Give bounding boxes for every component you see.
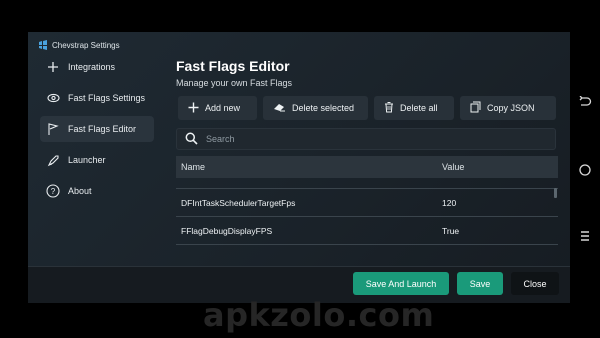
flag-value: 120 xyxy=(442,197,457,208)
back-nav-icon[interactable] xyxy=(576,93,594,111)
flag-name: FFlagDebugDisplayFPS xyxy=(181,225,273,236)
sidebar-item-integrations[interactable]: Integrations xyxy=(40,54,154,80)
flag-name: DFIntTaskSchedulerTargetFps xyxy=(181,197,296,208)
delete-all-label: Delete all xyxy=(400,103,438,113)
sidebar-item-label: Fast Flags Editor xyxy=(68,124,137,134)
search-icon xyxy=(185,132,198,147)
table-row-partial xyxy=(176,178,558,189)
watermark-text: apkzolo.com xyxy=(203,296,435,334)
svg-text:?: ? xyxy=(51,187,56,196)
add-new-label: Add new xyxy=(205,103,241,113)
table-row[interactable]: DFIntTaskSchedulerTargetFps 120 xyxy=(176,189,558,217)
help-icon: ? xyxy=(46,184,60,198)
plus-icon xyxy=(188,102,199,115)
save-and-launch-button[interactable]: Save And Launch xyxy=(353,272,449,295)
plus-icon xyxy=(46,60,60,74)
table-scrollbar[interactable] xyxy=(554,188,557,198)
column-header-name[interactable]: Name xyxy=(176,162,438,172)
trash-icon xyxy=(384,101,394,115)
sidebar-item-label: About xyxy=(68,186,92,196)
delete-selected-label: Delete selected xyxy=(292,103,355,113)
sidebar-item-about[interactable]: ? About xyxy=(40,178,154,204)
close-button[interactable]: Close xyxy=(511,272,559,295)
sidebar-item-fast-flags-settings[interactable]: Fast Flags Settings xyxy=(40,85,154,111)
table-header: Name Value xyxy=(176,156,558,178)
sidebar-item-fast-flags-editor[interactable]: Fast Flags Editor xyxy=(40,116,154,142)
eye-icon xyxy=(46,91,60,105)
search-field[interactable]: Search xyxy=(176,128,556,150)
app-logo-icon xyxy=(38,40,48,50)
recents-nav-icon[interactable] xyxy=(576,227,594,245)
copy-json-label: Copy JSON xyxy=(487,103,535,113)
add-new-button[interactable]: Add new xyxy=(178,96,257,120)
page-title: Fast Flags Editor xyxy=(176,58,290,74)
home-nav-icon[interactable] xyxy=(576,161,594,179)
delete-all-button[interactable]: Delete all xyxy=(374,96,454,120)
search-input[interactable]: Search xyxy=(206,134,235,144)
app-window: Chevstrap Settings Integrations Fast Fla… xyxy=(28,32,570,303)
sidebar-item-label: Fast Flags Settings xyxy=(68,93,146,103)
flag-value: True xyxy=(442,225,460,236)
title-bar: Chevstrap Settings xyxy=(38,38,120,52)
flag-icon xyxy=(46,122,60,136)
app-title: Chevstrap Settings xyxy=(52,40,120,50)
sidebar-item-launcher[interactable]: Launcher xyxy=(40,147,154,173)
copy-icon xyxy=(470,101,481,115)
column-header-value[interactable]: Value xyxy=(438,162,558,172)
page-subtitle: Manage your own Fast Flags xyxy=(176,78,293,88)
flags-table: Name Value DFIntTaskSchedulerTargetFps 1… xyxy=(176,156,558,245)
save-button[interactable]: Save xyxy=(457,272,503,295)
table-row[interactable]: FFlagDebugDisplayFPS True xyxy=(176,217,558,245)
sidebar-item-label: Launcher xyxy=(68,155,106,165)
copy-json-button[interactable]: Copy JSON xyxy=(460,96,556,120)
toolbar: Add new Delete selected Delete all Copy … xyxy=(178,96,556,120)
delete-selected-button[interactable]: Delete selected xyxy=(263,96,368,120)
sidebar-item-label: Integrations xyxy=(68,62,116,72)
eraser-icon xyxy=(273,102,286,114)
rocket-icon xyxy=(46,153,60,167)
